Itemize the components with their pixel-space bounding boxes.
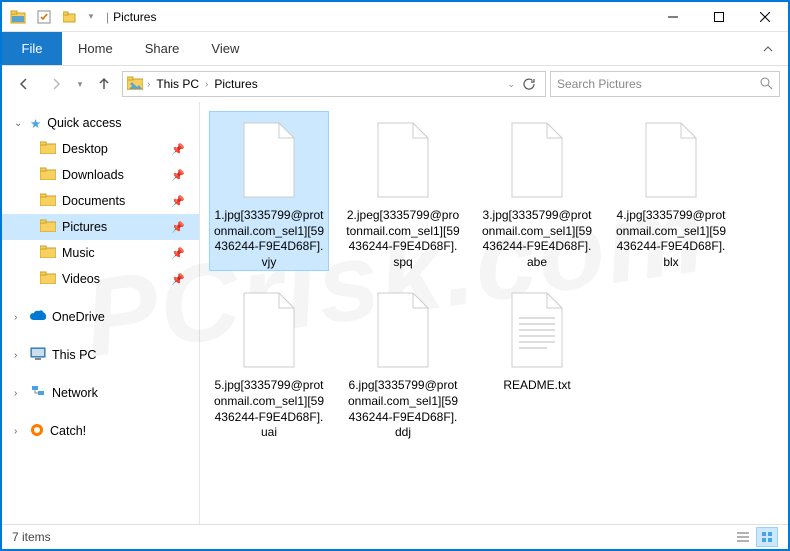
expand-icon[interactable]: ⌄ [14,118,24,129]
pin-icon: 📌 [171,221,185,234]
sidebar-item-label: Music [62,246,95,260]
search-input[interactable]: Search Pictures [550,71,780,97]
search-placeholder: Search Pictures [557,77,642,91]
breadcrumb-thispc[interactable]: This PC [154,77,201,91]
file-icon [362,112,444,208]
expand-icon[interactable]: › [14,426,24,437]
ribbon-collapse-icon[interactable] [748,32,788,65]
folder-icon [40,219,56,235]
breadcrumb-pictures[interactable]: Pictures [212,77,259,91]
sidebar-item-label: Desktop [62,142,108,156]
address-dropdown-icon[interactable]: ⌄ [507,79,515,90]
icons-view-button[interactable] [756,527,778,547]
sidebar-item-music[interactable]: Music 📌 [2,240,199,266]
file-icon [362,282,444,378]
folder-icon [40,167,56,183]
onedrive-icon [30,310,46,324]
file-item[interactable]: 3.jpg[3335799@protonmail.com_sel1][59436… [478,112,596,270]
folder-icon [40,193,56,209]
minimize-button[interactable] [650,2,696,32]
qat-newfolder-icon[interactable] [58,5,82,29]
network-icon [30,385,46,402]
explorer-icon [6,5,30,29]
pin-icon: 📌 [171,247,185,260]
main-area: ⌄ ★ Quick access Desktop📌Downloads📌Docum… [2,102,788,526]
file-item[interactable]: 4.jpg[3335799@protonmail.com_sel1][59436… [612,112,730,270]
expand-icon[interactable]: › [14,388,24,399]
catch-icon [30,423,44,440]
item-count: 7 items [12,530,51,544]
sidebar-onedrive[interactable]: › OneDrive [2,304,199,330]
folder-icon [40,271,56,287]
file-icon [496,112,578,208]
file-name: 3.jpg[3335799@protonmail.com_sel1][59436… [478,208,596,270]
qat-properties-icon[interactable] [32,5,56,29]
star-icon: ★ [30,116,41,131]
sidebar-thispc[interactable]: › This PC [2,342,199,368]
file-name: 1.jpg[3335799@protonmail.com_sel1][59436… [210,208,328,270]
up-button[interactable] [90,70,118,98]
file-icon [496,282,578,378]
chevron-right-icon[interactable]: › [205,79,208,90]
pin-icon: 📌 [171,273,185,286]
file-tab[interactable]: File [2,32,62,65]
title-separator: | [106,10,109,24]
file-name: README.txt [501,378,572,394]
status-bar: 7 items [2,524,788,549]
titlebar: ▾ | Pictures [2,2,788,32]
maximize-button[interactable] [696,2,742,32]
tab-home[interactable]: Home [62,32,129,65]
address-bar[interactable]: › This PC › Pictures ⌄ [122,71,546,97]
sidebar-network[interactable]: › Network [2,380,199,406]
file-name: 5.jpg[3335799@protonmail.com_sel1][59436… [210,378,328,440]
pin-icon: 📌 [171,169,185,182]
tab-view[interactable]: View [195,32,255,65]
qat-dropdown-icon[interactable]: ▾ [84,5,98,29]
sidebar-quick-access[interactable]: ⌄ ★ Quick access [2,110,199,136]
close-button[interactable] [742,2,788,32]
navbar: ▾ › This PC › Pictures ⌄ Search Pictures [2,66,788,102]
file-name: 4.jpg[3335799@protonmail.com_sel1][59436… [612,208,730,270]
pin-icon: 📌 [171,143,185,156]
back-button[interactable] [10,70,38,98]
file-icon [228,282,310,378]
file-name: 2.jpeg[3335799@protonmail.com_sel1][5943… [344,208,462,270]
thispc-icon [30,347,46,364]
expand-icon[interactable]: › [14,350,24,361]
sidebar-item-downloads[interactable]: Downloads 📌 [2,162,199,188]
sidebar-item-desktop[interactable]: Desktop 📌 [2,136,199,162]
file-name: 6.jpg[3335799@protonmail.com_sel1][59436… [344,378,462,440]
navigation-pane: ⌄ ★ Quick access Desktop📌Downloads📌Docum… [2,102,200,526]
window-title: Pictures [113,10,156,24]
sidebar-item-label: Pictures [62,220,107,234]
refresh-button[interactable] [517,72,541,96]
sidebar-catch[interactable]: › Catch! [2,418,199,444]
file-item[interactable]: 1.jpg[3335799@protonmail.com_sel1][59436… [210,112,328,270]
folder-icon [40,141,56,157]
details-view-button[interactable] [732,527,754,547]
file-item[interactable]: 2.jpeg[3335799@protonmail.com_sel1][5943… [344,112,462,270]
folder-icon [40,245,56,261]
file-item[interactable]: README.txt [478,282,596,440]
file-item[interactable]: 5.jpg[3335799@protonmail.com_sel1][59436… [210,282,328,440]
recent-dropdown-icon[interactable]: ▾ [74,70,86,98]
file-icon [228,112,310,208]
sidebar-item-pictures[interactable]: Pictures 📌 [2,214,199,240]
sidebar-item-label: Documents [62,194,125,208]
sidebar-item-label: Downloads [62,168,124,182]
file-icon [630,112,712,208]
search-icon [759,76,773,93]
ribbon: File Home Share View [2,32,788,66]
pictures-folder-icon [127,76,143,93]
pin-icon: 📌 [171,195,185,208]
forward-button[interactable] [42,70,70,98]
chevron-right-icon[interactable]: › [147,79,150,90]
file-list[interactable]: 1.jpg[3335799@protonmail.com_sel1][59436… [200,102,788,526]
file-item[interactable]: 6.jpg[3335799@protonmail.com_sel1][59436… [344,282,462,440]
tab-share[interactable]: Share [129,32,196,65]
expand-icon[interactable]: › [14,312,24,323]
sidebar-item-videos[interactable]: Videos 📌 [2,266,199,292]
sidebar-item-documents[interactable]: Documents 📌 [2,188,199,214]
sidebar-item-label: Videos [62,272,100,286]
